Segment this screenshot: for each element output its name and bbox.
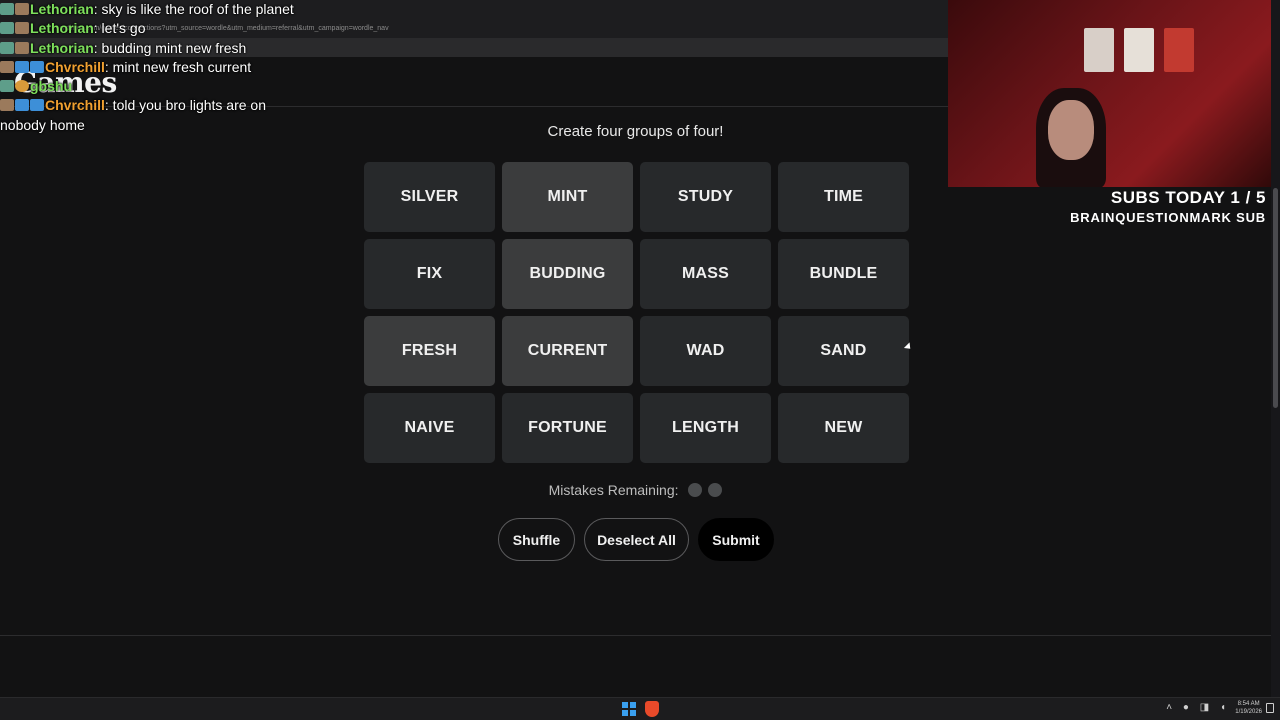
clock-date: 1/19/2026 [1235, 709, 1262, 715]
chat-badge-icon [30, 60, 44, 73]
stream-chat-overlay: Lethorian: sky is like the roof of the p… [0, 0, 420, 135]
word-tile-mint[interactable]: MINT [502, 162, 633, 232]
chat-text: : mint new fresh current [104, 58, 252, 75]
windows-start-icon[interactable] [622, 702, 636, 716]
word-tile-mass[interactable]: MASS [640, 239, 771, 309]
chat-message: Chvrchill: told you bro lights are on [0, 96, 420, 115]
wall-poster [1124, 28, 1154, 72]
webcam-feed [948, 0, 1280, 187]
windows-taskbar: ˄ ● ◨ ◖ 8:54 AM 1/19/2026 [0, 697, 1280, 720]
chat-text: : budding mint new fresh [93, 39, 247, 56]
word-tile-current[interactable]: CURRENT [502, 316, 633, 386]
system-tray-icons[interactable]: ˄ ● ◨ ◖ [1166, 702, 1230, 713]
latest-sub: BRAINQUESTIONMARK SUB [1070, 210, 1266, 225]
word-tile-budding[interactable]: BUDDING [502, 239, 633, 309]
chat-badge-icon [0, 41, 14, 54]
chat-badge-icon [0, 22, 14, 35]
chat-message: Lethorian: sky is like the roof of the p… [0, 0, 420, 19]
chat-badge-icon [0, 99, 14, 112]
chat-username[interactable]: Lethorian [30, 20, 94, 36]
chat-badge-icon [0, 80, 14, 93]
chat-message: Lethorian: budding mint new fresh [0, 39, 420, 58]
chat-badge-icon [15, 41, 29, 54]
word-tile-bundle[interactable]: BUNDLE [778, 239, 909, 309]
chat-badge-icon [15, 60, 29, 73]
subs-counter: SUBS TODAY 1 / 5 BRAINQUESTIONMARK SUB [948, 188, 1266, 225]
brave-browser-icon[interactable] [645, 701, 659, 717]
chat-text: : let's go [93, 20, 146, 37]
footer-divider [0, 635, 1271, 636]
chat-username[interactable]: Lethorian [30, 1, 94, 17]
word-tile-new[interactable]: NEW [778, 393, 909, 463]
chat-badge-icon [15, 3, 29, 15]
shuffle-button[interactable]: Shuffle [498, 518, 575, 561]
clock-time: 8:54 AM [1237, 701, 1260, 707]
streamer-face [1048, 100, 1094, 160]
word-tile-fix[interactable]: FIX [364, 239, 495, 309]
chat-username[interactable]: Chvrchill [45, 59, 105, 75]
chat-text: : sky is like the roof of the planet [93, 1, 294, 17]
chat-message: gbshu [0, 77, 420, 96]
chat-badge-icon [0, 60, 14, 73]
deselect-all-button[interactable]: Deselect All [584, 518, 689, 561]
word-tile-study[interactable]: STUDY [640, 162, 771, 232]
chat-badge-icon [0, 3, 14, 15]
wall-poster [1084, 28, 1114, 72]
chat-badge-icon [30, 99, 44, 112]
word-tile-sand[interactable]: SAND [778, 316, 909, 386]
subs-today: SUBS TODAY 1 / 5 [1110, 188, 1266, 207]
chat-username[interactable]: gbshu [30, 78, 72, 94]
chat-text: : told you bro lights are on [104, 97, 267, 114]
chat-username[interactable]: Chvrchill [45, 97, 105, 113]
word-tile-time[interactable]: TIME [778, 162, 909, 232]
chat-message: Lethorian: let's go [0, 19, 420, 38]
chat-badge-icon [15, 80, 29, 93]
word-tile-fresh[interactable]: FRESH [364, 316, 495, 386]
taskbar-clock[interactable]: 8:54 AM 1/19/2026 [1235, 700, 1262, 716]
word-tile-fortune[interactable]: FORTUNE [502, 393, 633, 463]
submit-button[interactable]: Submit [698, 518, 774, 561]
scrollbar-thumb[interactable] [1273, 188, 1278, 408]
word-tile-length[interactable]: LENGTH [640, 393, 771, 463]
wall-poster [1164, 28, 1194, 72]
page-scrollbar[interactable] [1271, 0, 1280, 697]
word-tile-wad[interactable]: WAD [640, 316, 771, 386]
word-tile-silver[interactable]: SILVER [364, 162, 495, 232]
word-tile-naive[interactable]: NAIVE [364, 393, 495, 463]
mistake-dot [708, 483, 723, 497]
word-grid: SILVER MINT STUDY TIME FIX BUDDING MASS BUNDLE F… [364, 162, 910, 463]
chat-message: Chvrchill: mint new fresh current [0, 58, 420, 77]
chat-badge-icon [15, 22, 29, 35]
mistakes-label: Mistakes Remaining: [548, 482, 679, 498]
mistakes-remaining: Mistakes Remaining: [0, 482, 1271, 498]
chat-badge-icon [15, 99, 29, 112]
mistake-dots [682, 482, 723, 498]
mistake-dot [688, 483, 703, 497]
notification-icon[interactable] [1266, 703, 1274, 713]
chat-username[interactable]: Lethorian [30, 40, 94, 56]
